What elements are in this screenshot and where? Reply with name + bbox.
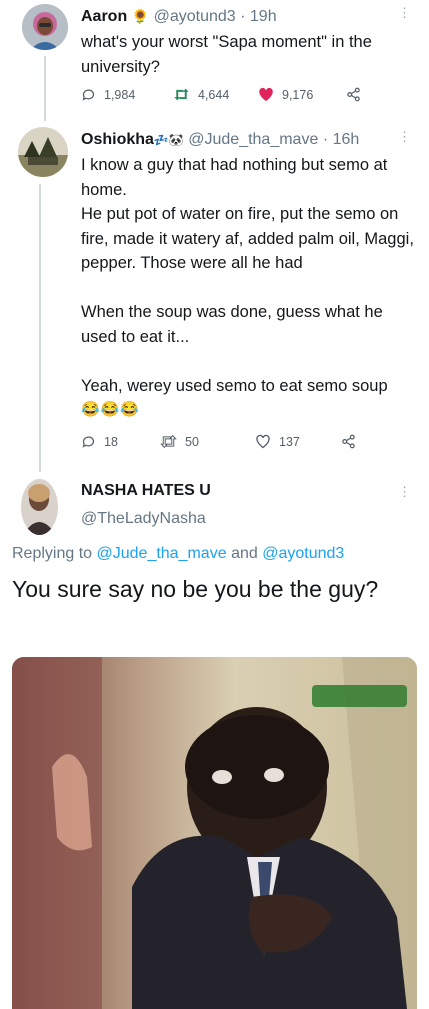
- share-icon: [347, 87, 360, 102]
- mention-link[interactable]: @Jude_tha_mave: [97, 545, 227, 562]
- thread-line: [44, 56, 46, 121]
- timestamp[interactable]: 19h: [250, 8, 277, 25]
- display-name[interactable]: NASHA HATES U: [81, 482, 211, 499]
- avatar[interactable]: [18, 127, 68, 177]
- retweet-button[interactable]: 4,644: [173, 87, 258, 102]
- tweet-1[interactable]: Aaron 🌻 @ayotund3 · 19h ⋮ what's your wo…: [0, 0, 429, 121]
- tweet-text-line: Yeah, werey used semo to eat semo soup: [81, 376, 388, 395]
- replying-to-and: and: [231, 545, 258, 562]
- action-bar: 18 50 137: [81, 434, 364, 449]
- tweet-image[interactable]: [12, 657, 417, 1009]
- reply-button[interactable]: 1,984: [81, 87, 173, 102]
- avatar[interactable]: [21, 479, 58, 535]
- reply-count: 18: [104, 434, 118, 449]
- username[interactable]: @ayotund3: [154, 8, 236, 25]
- like-count: 9,176: [282, 87, 314, 102]
- tweet-text-line: I know a guy that had nothing but semo a…: [81, 156, 388, 199]
- mention-link[interactable]: @ayotund3: [262, 545, 344, 562]
- action-bar: 1,984 4,644 9,176: [81, 87, 369, 102]
- share-icon: [342, 434, 355, 449]
- tweet-header: Oshiokha💤🐼 @Jude_tha_mave · 16h: [81, 130, 359, 150]
- tweet-header: NASHA HATES U: [81, 481, 211, 501]
- display-name[interactable]: Aaron: [81, 8, 127, 25]
- name-emoji: 🌻: [131, 8, 150, 24]
- image-content: [12, 657, 417, 1009]
- more-vertical-icon[interactable]: ⋮: [398, 485, 411, 498]
- replying-to-prefix: Replying to: [12, 545, 93, 562]
- like-count: 137: [279, 434, 300, 449]
- retweet-count: 50: [185, 434, 199, 449]
- retweet-icon: [174, 88, 189, 101]
- avatar[interactable]: [22, 4, 68, 50]
- like-button[interactable]: 9,176: [258, 87, 346, 102]
- share-button[interactable]: [346, 87, 369, 102]
- timestamp[interactable]: 16h: [333, 131, 360, 148]
- username[interactable]: @Jude_tha_mave: [188, 131, 318, 148]
- more-vertical-icon[interactable]: ⋮: [398, 6, 411, 19]
- more-vertical-icon[interactable]: ⋮: [398, 130, 411, 143]
- tweet-text-line: He put pot of water on fire, put the sem…: [81, 205, 414, 272]
- replying-to: Replying to @Jude_tha_mave and @ayotund3: [12, 545, 344, 563]
- tweet-header: Aaron 🌻 @ayotund3 · 19h: [81, 6, 277, 27]
- laughing-emojis: 😂😂😂: [81, 401, 141, 418]
- thread-line: [39, 184, 41, 472]
- tweet-2[interactable]: Oshiokha💤🐼 @Jude_tha_mave · 16h ⋮ I know…: [0, 122, 429, 472]
- tweet-text-line: what's your worst "Sapa moment" in the u…: [81, 33, 372, 76]
- reply-count: 1,984: [104, 87, 136, 102]
- name-emoji: 💤🐼: [153, 133, 184, 147]
- retweet-button[interactable]: 50: [160, 434, 255, 449]
- like-button[interactable]: 137: [255, 434, 341, 449]
- heart-icon: [256, 434, 270, 449]
- share-button[interactable]: [341, 434, 364, 449]
- tweet-text: You sure say no be you be the guy?: [12, 576, 379, 602]
- tweet-text: what's your worst "Sapa moment" in the u…: [81, 30, 411, 79]
- tweet-text-line: When the soup was done, guess what he us…: [81, 303, 383, 346]
- username-row: @TheLadyNasha: [81, 509, 206, 529]
- retweet-icon: [160, 434, 177, 449]
- dot-separator: ·: [322, 131, 329, 148]
- retweet-count: 4,644: [198, 87, 230, 102]
- display-name[interactable]: Oshiokha: [81, 131, 154, 148]
- heart-icon: [259, 87, 273, 102]
- username[interactable]: @TheLadyNasha: [81, 510, 206, 527]
- reply-icon: [82, 436, 95, 448]
- dot-separator: ·: [240, 8, 246, 25]
- tweet-text: I know a guy that had nothing but semo a…: [81, 153, 416, 423]
- reply-button[interactable]: 18: [81, 434, 160, 449]
- reply-icon: [82, 89, 95, 101]
